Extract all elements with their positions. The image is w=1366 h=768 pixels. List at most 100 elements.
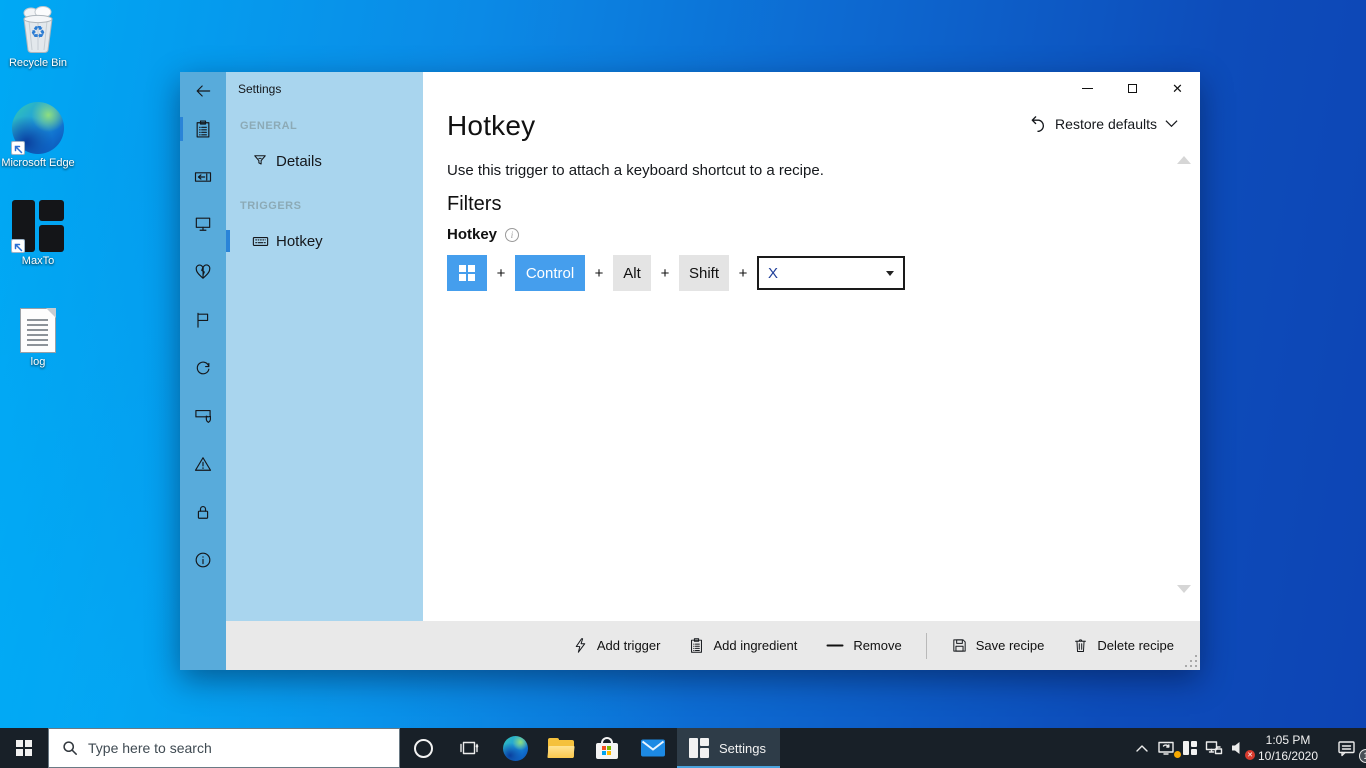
dropdown-caret-icon [886,271,894,276]
control-key-button[interactable]: Control [515,255,585,291]
taskbar-search-box[interactable]: Type here to search [48,728,400,768]
tray-network[interactable] [1202,740,1226,756]
scroll-up-arrow[interactable] [1177,156,1191,164]
desktop-icon-log[interactable]: log [0,308,76,370]
settings-main-pane: ✕ Restore defaults Hotkey Use this trigg… [423,72,1200,621]
clock-time: 1:05 PM [1265,732,1311,747]
microsoft-store-button[interactable] [584,728,630,768]
window-controls: ✕ [1065,72,1200,104]
key-select-dropdown[interactable]: X [757,256,905,290]
rail-item-import-window[interactable] [180,160,226,194]
rail-item-recipes[interactable] [180,112,226,146]
maximize-button[interactable] [1110,72,1155,104]
add-trigger-button[interactable]: Add trigger [560,631,673,660]
maxto-settings-window: Settings GENERAL Details TRIGGERS Hotkey [180,72,1200,670]
page-title: Hotkey [447,110,536,141]
rail-item-flags[interactable] [180,303,226,337]
key-select-value: X [768,264,779,282]
edge-icon [11,102,64,155]
tray-display-sync[interactable] [1154,740,1181,758]
taskbar: Type here to search Settings ✕ 1:05 PM 1… [0,728,1366,768]
windows-logo-icon [16,740,32,756]
lightning-icon [575,638,586,653]
clipboard-icon [691,638,703,653]
start-button[interactable] [0,728,48,768]
alt-key-button[interactable]: Alt [613,255,651,291]
sidebar-item-hotkey[interactable]: Hotkey [226,226,423,256]
save-icon [953,639,966,652]
desktop-icon-label: Microsoft Edge [1,157,75,169]
hotkey-editor: + Control + Alt + Shift + X [447,255,905,291]
recycle-bin-icon: ♻ [16,6,60,54]
rail-item-warnings[interactable] [180,447,226,481]
taskbar-edge-button[interactable] [492,728,538,768]
cortana-button[interactable] [400,728,446,768]
hotkey-field-label: Hotkey [447,226,498,243]
tray-chevron-up[interactable] [1130,743,1154,753]
taskbar-app-settings[interactable]: Settings [677,728,780,768]
remove-button[interactable]: Remove [813,631,913,660]
toolbar-button-label: Remove [853,638,902,653]
minus-icon [826,644,844,647]
close-button[interactable]: ✕ [1155,72,1200,104]
sidebar-selection-indicator [226,230,230,252]
restore-defaults-label: Restore defaults [1055,115,1157,132]
add-ingredient-button[interactable]: Add ingredient [676,631,809,660]
rail-item-updates[interactable] [180,351,226,385]
undo-icon [1031,116,1045,132]
rail-item-monitors[interactable] [180,207,226,241]
file-explorer-icon [547,738,575,758]
back-button[interactable] [180,74,226,108]
task-view-button[interactable] [446,728,492,768]
sidebar-item-details[interactable]: Details [226,146,423,176]
windows-logo-icon [459,265,475,281]
shortcut-arrow-icon [11,239,25,253]
action-center-button[interactable]: 1 [1326,740,1366,763]
mute-badge-icon: ✕ [1245,750,1255,760]
status-dot [1174,751,1181,758]
notification-badge: 1 [1359,748,1366,763]
rail-item-license[interactable] [180,495,226,529]
shift-key-button[interactable]: Shift [679,255,729,291]
toolbar-button-label: Delete recipe [1097,638,1174,653]
sidebar-item-label: Hotkey [276,232,323,250]
mail-button[interactable] [630,728,676,768]
store-icon [596,737,618,759]
minimize-button[interactable] [1065,72,1110,104]
restore-defaults-button[interactable]: Restore defaults [1028,114,1178,133]
rail-item-about[interactable] [180,543,226,577]
save-recipe-button[interactable]: Save recipe [939,631,1057,660]
rail-item-privacy[interactable] [180,399,226,433]
page-description: Use this trigger to attach a keyboard sh… [447,162,824,179]
rail-item-health[interactable] [180,255,226,289]
chevron-up-icon [1136,745,1148,752]
resize-grip[interactable] [1185,655,1197,667]
scroll-down-arrow[interactable] [1177,585,1191,593]
win-key-button[interactable] [447,255,487,291]
toolbar-divider [925,632,927,659]
recipe-toolbar: Add trigger Add ingredient Remove Save r… [226,621,1200,670]
maxto-icon [689,738,709,758]
plus-separator: + [496,264,506,282]
desktop-icon-microsoft-edge[interactable]: Microsoft Edge [0,102,76,171]
info-icon[interactable]: i [505,227,520,242]
desktop-icon-maxto[interactable]: MaxTo [0,200,76,269]
keyboard-icon [250,232,270,251]
tray-maxto[interactable] [1178,741,1202,755]
maxto-icon [1183,741,1197,755]
settings-sidebar: Settings GENERAL Details TRIGGERS Hotkey [226,72,423,621]
sidebar-title: Settings [238,82,282,96]
tray-volume[interactable]: ✕ [1226,740,1255,760]
hotkey-field-header: Hotkey i [447,226,520,243]
clock-date: 10/16/2020 [1257,748,1319,763]
system-tray: ✕ 1:05 PM 10/16/2020 1 [1130,728,1366,768]
taskbar-clock[interactable]: 1:05 PM 10/16/2020 [1250,732,1326,764]
plus-separator: + [660,264,670,282]
delete-recipe-button[interactable]: Delete recipe [1060,631,1186,660]
toolbar-button-label: Add ingredient [713,638,798,653]
cortana-icon [413,738,433,758]
desktop-icon-label: MaxTo [21,255,55,267]
desktop-icon-recycle-bin[interactable]: ♻ Recycle Bin [0,6,76,71]
trash-icon [1075,639,1087,653]
file-explorer-button[interactable] [538,728,584,768]
